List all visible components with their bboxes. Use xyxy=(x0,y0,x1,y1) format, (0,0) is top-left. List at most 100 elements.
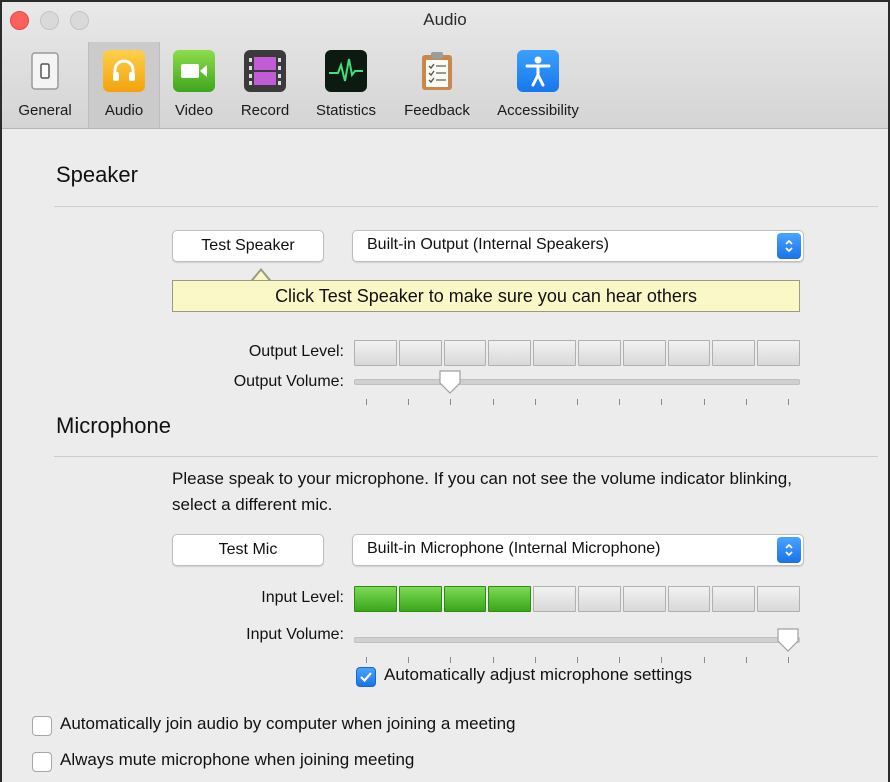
tab-general[interactable]: General xyxy=(6,42,84,128)
level-segment xyxy=(577,586,621,612)
tab-accessibility-label: Accessibility xyxy=(497,102,579,119)
speaker-divider xyxy=(54,206,878,207)
film-strip-icon xyxy=(244,50,286,92)
output-level-label: Output Level: xyxy=(248,343,344,360)
input-level-meter xyxy=(354,586,800,612)
clipboard-icon xyxy=(416,50,458,92)
tab-record[interactable]: Record xyxy=(230,42,300,128)
slider-tick xyxy=(492,399,494,405)
slider-tick xyxy=(450,399,452,405)
auto-adjust-mic-checkbox[interactable] xyxy=(356,667,376,687)
slider-tick xyxy=(788,657,789,663)
input-level-label: Input Level: xyxy=(261,589,344,606)
tab-record-label: Record xyxy=(240,102,290,119)
input-volume-thumb[interactable] xyxy=(776,627,800,652)
slider-tick xyxy=(366,399,367,405)
microphone-section-title: Microphone xyxy=(56,413,171,438)
tab-statistics[interactable]: Statistics xyxy=(304,42,388,128)
level-segment xyxy=(533,586,576,612)
tab-general-label: General xyxy=(18,102,72,119)
level-segment xyxy=(443,340,487,366)
level-segment xyxy=(622,340,666,366)
video-camera-icon xyxy=(173,50,215,92)
level-segment xyxy=(398,586,442,612)
level-segment xyxy=(757,586,800,612)
input-volume-ticks xyxy=(354,657,800,663)
level-segment xyxy=(443,586,487,612)
slider-tick xyxy=(745,657,747,663)
slider-tick xyxy=(534,399,536,405)
switch-icon xyxy=(24,50,66,92)
slider-tick xyxy=(703,657,705,663)
microphone-device-value: Built-in Microphone (Internal Microphone… xyxy=(367,540,661,557)
slider-tick xyxy=(745,399,747,405)
mute-on-join-label[interactable]: Always mute microphone when joining meet… xyxy=(60,750,414,770)
slider-tick xyxy=(366,657,367,663)
level-segment xyxy=(488,340,532,366)
level-segment xyxy=(354,586,397,612)
level-segment xyxy=(488,586,532,612)
slider-tick xyxy=(661,657,663,663)
output-volume-ticks xyxy=(354,399,800,405)
slider-tick xyxy=(534,657,536,663)
mute-on-join-checkbox[interactable] xyxy=(32,752,52,772)
slider-tick xyxy=(703,399,705,405)
window-border-left xyxy=(0,0,2,782)
level-segment xyxy=(712,586,756,612)
slider-tick xyxy=(661,399,663,405)
tab-video-label: Video xyxy=(174,102,214,119)
output-volume-slider[interactable] xyxy=(354,369,800,409)
slider-tick xyxy=(619,399,621,405)
chevron-up-down-icon xyxy=(777,233,801,259)
tab-statistics-label: Statistics xyxy=(315,102,376,119)
level-segment xyxy=(667,340,711,366)
slider-tick xyxy=(450,657,452,663)
level-segment xyxy=(354,340,397,366)
slider-tick xyxy=(577,399,578,405)
toolbar: Audio General Audio Video Record Statist… xyxy=(0,0,890,129)
auto-join-audio-checkbox[interactable] xyxy=(32,716,52,736)
slider-tick xyxy=(788,399,789,405)
test-speaker-button[interactable]: Test Speaker xyxy=(172,230,324,262)
level-segment xyxy=(533,340,576,366)
headphones-icon xyxy=(103,50,145,92)
speaker-device-value: Built-in Output (Internal Speakers) xyxy=(367,236,609,253)
microphone-device-select[interactable]: Built-in Microphone (Internal Microphone… xyxy=(352,534,804,566)
window-border-top xyxy=(0,0,890,2)
tab-accessibility[interactable]: Accessibility xyxy=(486,42,590,128)
tab-audio[interactable]: Audio xyxy=(88,42,160,128)
slider-tick xyxy=(492,657,494,663)
checkmark-icon xyxy=(360,672,372,683)
tab-video[interactable]: Video xyxy=(164,42,224,128)
level-segment xyxy=(757,340,800,366)
slider-tick xyxy=(577,657,578,663)
level-segment xyxy=(712,340,756,366)
microphone-divider xyxy=(54,456,878,457)
output-level-meter xyxy=(354,340,800,366)
speaker-section-title: Speaker xyxy=(56,162,138,187)
test-mic-button[interactable]: Test Mic xyxy=(172,534,324,566)
level-segment xyxy=(577,340,621,366)
tab-audio-label: Audio xyxy=(104,102,144,119)
auto-join-audio-label[interactable]: Automatically join audio by computer whe… xyxy=(60,714,515,734)
auto-adjust-mic-label[interactable]: Automatically adjust microphone settings xyxy=(384,665,692,685)
slider-tick xyxy=(619,657,621,663)
chevron-up-down-icon xyxy=(777,537,801,563)
accessibility-person-icon xyxy=(517,50,559,92)
level-segment xyxy=(398,340,442,366)
output-volume-thumb[interactable] xyxy=(438,369,462,394)
tab-feedback-label: Feedback xyxy=(404,102,470,119)
speaker-device-select[interactable]: Built-in Output (Internal Speakers) xyxy=(352,230,804,262)
microphone-instructions: Please speak to your microphone. If you … xyxy=(172,469,792,514)
input-volume-track xyxy=(354,637,800,643)
slider-tick xyxy=(408,399,410,405)
level-segment xyxy=(622,586,666,612)
level-segment xyxy=(667,586,711,612)
input-volume-label: Input Volume: xyxy=(246,626,344,643)
window-title: Audio xyxy=(423,10,467,29)
test-speaker-tooltip: Click Test Speaker to make sure you can … xyxy=(172,280,800,312)
output-volume-label: Output Volume: xyxy=(233,373,344,390)
tab-feedback[interactable]: Feedback xyxy=(392,42,482,128)
input-volume-slider[interactable] xyxy=(354,627,800,667)
waveform-icon xyxy=(325,50,367,92)
